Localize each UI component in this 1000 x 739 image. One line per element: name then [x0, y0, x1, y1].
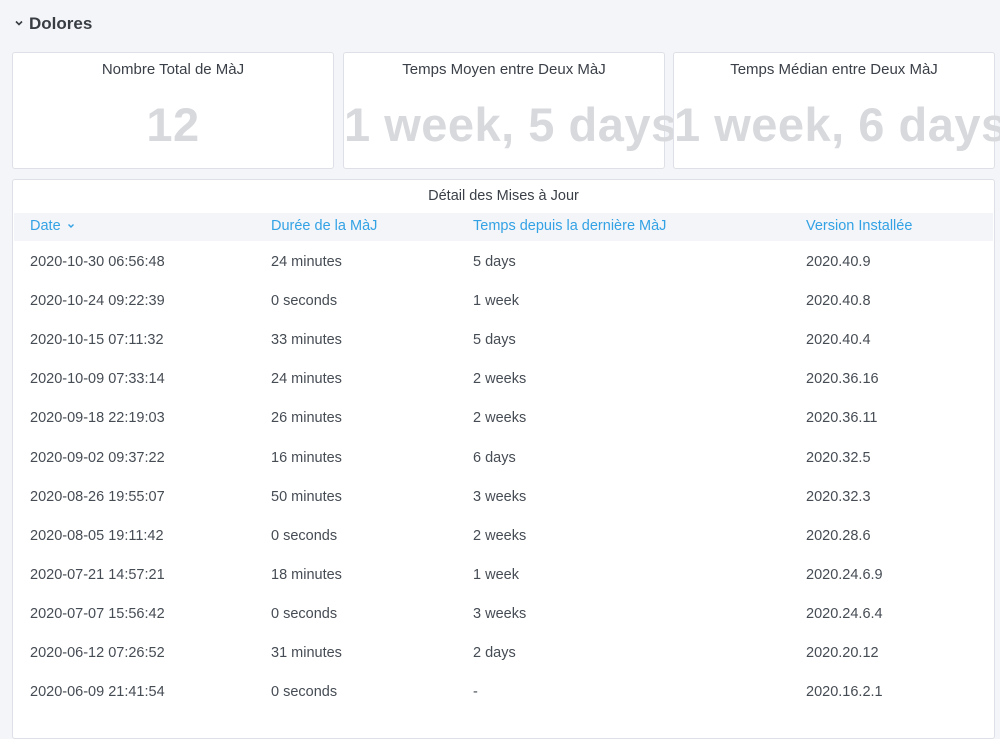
cell-date: 2020-06-12 07:26:52 [30, 645, 165, 661]
cell-date: 2020-07-07 15:56:42 [30, 605, 165, 622]
stat-panel-median-time: Temps Médian entre Deux MàJ 1 week, 6 da… [673, 52, 1000, 169]
table-title: Détail des Mises à Jour [428, 188, 579, 204]
cell-date: 2020-09-02 09:37:22 [30, 449, 165, 466]
cell-time-since: 2 weeks [473, 410, 527, 427]
column-header-label: Date [30, 218, 61, 234]
cell-version: 2020.20.12 [806, 645, 879, 661]
table-row: 2020-07-21 14:57:21 18 minutes 1 week 2020.… [13, 554, 994, 593]
stat-value: 1 week, 6 days [674, 98, 1000, 151]
cell-time-since: 6 days [473, 449, 516, 466]
table-row: 2020-06-09 21:41:54 0 seconds - 2020.16.2.1 [13, 671, 994, 710]
cell-time-since: 1 week [473, 566, 519, 583]
cell-date: 2020-10-09 07:33:14 [30, 371, 165, 388]
cell-duration: 0 seconds [271, 293, 338, 310]
table-row: 2020-10-15 07:11:32 33 minutes 5 days 2020.… [13, 319, 994, 358]
cell-version: 2020.36.11 [806, 410, 878, 427]
stat-value: 12 [146, 98, 200, 151]
cell-duration: 18 minutes [271, 566, 342, 583]
cell-version: 2020.28.6 [806, 527, 871, 544]
chevron-down-icon [67, 224, 74, 229]
cell-version: 2020.32.3 [806, 488, 871, 505]
cell-date: 2020-08-26 19:55:07 [30, 488, 165, 505]
table-row: 2020-08-05 19:11:42 0 seconds 2 weeks 2020.… [13, 515, 994, 554]
cell-date: 2020-10-30 06:56:48 [30, 254, 165, 270]
row-header[interactable]: Dolores [0, 0, 1000, 48]
table-row: 2020-10-24 09:22:39 0 seconds 1 week 2020.4… [13, 280, 994, 319]
table-row: 2020-10-30 06:56:48 24 minutes 5 days 2020.… [13, 241, 994, 280]
column-header-date[interactable]: Date [30, 218, 75, 234]
cell-date: 2020-10-24 09:22:39 [30, 293, 165, 310]
cell-version: 2020.16.2.1 [806, 684, 883, 701]
cell-time-since: 1 week [473, 293, 519, 310]
cell-date: 2020-08-05 19:11:42 [30, 527, 164, 544]
cell-duration: 0 seconds [271, 684, 338, 701]
cell-version: 2020.40.8 [806, 293, 871, 310]
table-row: 2020-09-02 09:37:22 16 minutes 6 days 2020.… [13, 437, 994, 476]
updates-table-panel: Détail des Mises à Jour Date Durée de la… [12, 179, 995, 739]
cell-duration: 0 seconds [271, 605, 338, 622]
table-row: 2020-09-18 22:19:03 26 minutes 2 weeks 2020… [13, 397, 994, 436]
cell-time-since: 3 weeks [473, 605, 527, 622]
table-row: 2020-08-26 19:55:07 50 minutes 3 weeks 2020… [13, 476, 994, 515]
cell-date: 2020-06-09 21:41:54 [30, 684, 165, 701]
cell-time-since: 3 weeks [473, 488, 527, 505]
cell-duration: 26 minutes [271, 410, 342, 427]
cell-version: 2020.24.6.4 [806, 605, 883, 622]
cell-duration: 50 minutes [271, 488, 342, 505]
cell-date: 2020-09-18 22:19:03 [30, 410, 165, 427]
cell-version: 2020.40.4 [806, 332, 871, 349]
stat-title: Nombre Total de MàJ [101, 61, 245, 78]
cell-duration: 24 minutes [271, 371, 342, 388]
cell-time-since: 2 weeks [473, 371, 527, 388]
table-row: 2020-10-09 07:33:14 24 minutes 2 weeks 2020… [13, 358, 994, 397]
stat-value: 1 week, 5 days [344, 98, 678, 151]
stat-panel-total-updates: Nombre Total de MàJ 12 [12, 52, 334, 169]
stat-title: Temps Médian entre Deux MàJ [730, 61, 938, 78]
cell-time-since: - [473, 684, 478, 701]
table-header: Date Durée de la MàJ Temps depuis la der… [14, 213, 993, 241]
cell-version: 2020.40.9 [806, 254, 871, 270]
row-title: Dolores [29, 14, 93, 33]
stat-title: Temps Moyen entre Deux MàJ [402, 61, 606, 78]
cell-version: 2020.32.5 [806, 449, 871, 466]
cell-time-since: 2 days [473, 645, 516, 661]
cell-date: 2020-10-15 07:11:32 [30, 332, 164, 349]
cell-duration: 24 minutes [271, 254, 342, 270]
stat-panel-mean-time: Temps Moyen entre Deux MàJ 1 week, 5 day… [343, 52, 678, 169]
cell-version: 2020.24.6.9 [806, 566, 883, 583]
cell-date: 2020-07-21 14:57:21 [30, 566, 165, 583]
column-header-time-since[interactable]: Temps depuis la dernière MàJ [473, 218, 666, 234]
cell-version: 2020.36.16 [806, 371, 879, 388]
cell-duration: 31 minutes [271, 645, 342, 661]
cell-time-since: 5 days [473, 254, 516, 270]
cell-time-since: 5 days [473, 332, 516, 349]
column-header-duration[interactable]: Durée de la MàJ [271, 218, 377, 234]
table-row: 2020-06-12 07:26:52 31 minutes 2 days 2020.… [13, 632, 994, 671]
cell-duration: 16 minutes [271, 449, 342, 466]
cell-duration: 0 seconds [271, 527, 338, 544]
table-row: 2020-07-07 15:56:42 0 seconds 3 weeks 2020.… [13, 593, 994, 632]
cell-time-since: 2 weeks [473, 527, 527, 544]
column-header-version[interactable]: Version Installée [806, 218, 912, 234]
cell-duration: 33 minutes [271, 332, 342, 349]
chevron-down-icon[interactable] [14, 18, 24, 28]
